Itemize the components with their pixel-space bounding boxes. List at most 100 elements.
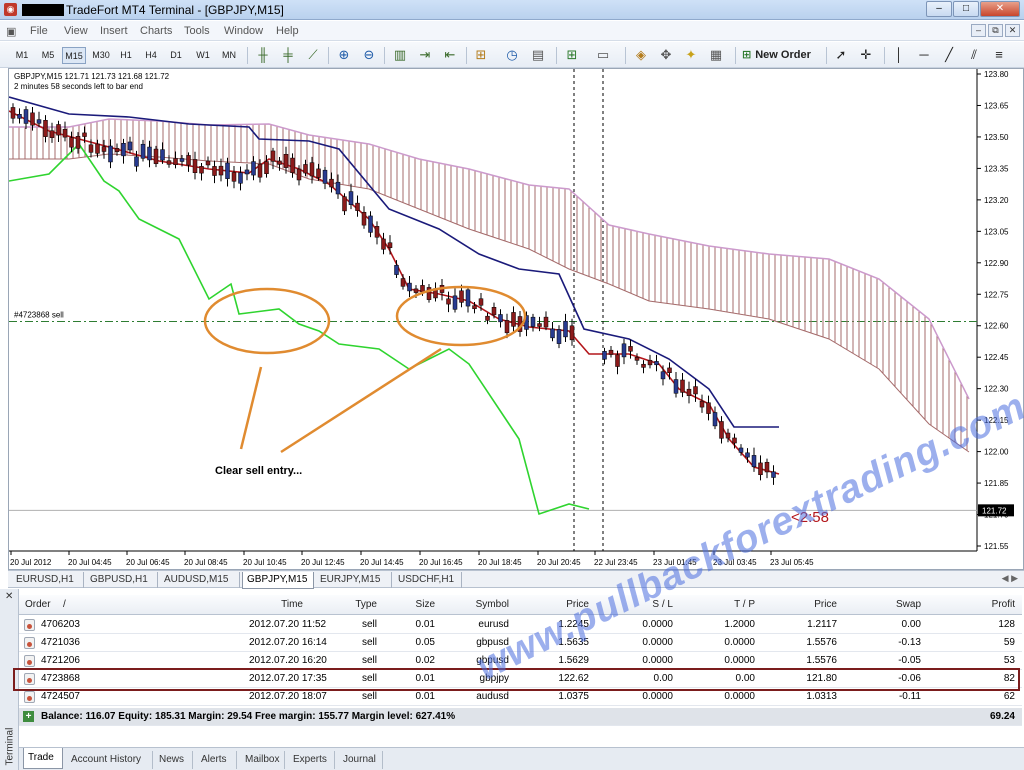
tf-m30[interactable]: M30	[89, 47, 113, 64]
menu-help[interactable]: Help	[276, 25, 299, 37]
order-swap: -0.05	[898, 655, 921, 666]
order-price: 1.0375	[558, 691, 589, 702]
price-label: 122.60	[984, 322, 1009, 331]
terminal-close-icon[interactable]: ✕	[5, 591, 13, 602]
strategy-tester-icon[interactable]: ▦	[707, 46, 725, 64]
market-watch-icon[interactable]: ◈	[632, 46, 650, 64]
bear-candle	[290, 157, 295, 173]
menu-insert[interactable]: Insert	[100, 25, 128, 37]
profiles-icon[interactable]: ▭	[594, 46, 612, 64]
candles-icon[interactable]: ╪	[279, 46, 297, 64]
bear-candle	[303, 164, 308, 174]
bull-candle	[23, 109, 29, 124]
maximize-button[interactable]: □	[953, 1, 979, 17]
bear-candle	[647, 359, 653, 366]
indicators-icon[interactable]: ⊞	[472, 46, 490, 64]
templates-icon[interactable]: ▤	[529, 46, 547, 64]
col-symbol[interactable]: Symbol	[449, 599, 509, 610]
highlight-circle	[203, 287, 331, 355]
order-profit: 62	[1003, 691, 1015, 702]
navigator-icon[interactable]: ✥	[657, 46, 675, 64]
bull-candle	[751, 455, 757, 468]
tf-m1[interactable]: M1	[12, 47, 32, 64]
order-number: 4721036	[41, 637, 80, 648]
menu-tools[interactable]: Tools	[184, 25, 210, 37]
col-type[interactable]: Type	[319, 599, 377, 610]
chart-tab-eurjpy[interactable]: EURJPY,M15	[316, 572, 392, 588]
expand-plus-icon[interactable]: +	[23, 711, 34, 722]
tile-icon[interactable]: ▥	[391, 46, 409, 64]
zoom-out-icon[interactable]: ⊖	[360, 46, 378, 64]
col-swap[interactable]: Swap	[865, 599, 921, 610]
bear-candle	[543, 316, 549, 328]
order-number: 4721206	[41, 655, 80, 666]
bull-candle	[556, 329, 562, 344]
menu-file[interactable]: File	[30, 25, 48, 37]
channel-icon[interactable]: ⫽	[965, 46, 983, 64]
close-button[interactable]: ✕	[980, 1, 1020, 17]
tab-mailbox[interactable]: Mailbox	[241, 751, 285, 769]
order-tp: 0.0000	[724, 655, 755, 666]
tab-trade[interactable]: Trade	[23, 748, 63, 769]
cursor-icon[interactable]: ➚	[832, 46, 850, 64]
tab-news[interactable]: News	[155, 751, 193, 769]
mdi-close-button[interactable]: ✕	[1005, 24, 1020, 37]
new-chart-icon[interactable]: ⊞	[563, 46, 581, 64]
bear-candle	[686, 388, 692, 396]
terminal-label: Terminal	[4, 727, 16, 766]
scroll-icon[interactable]: ⇥	[416, 46, 434, 64]
tf-w1[interactable]: W1	[192, 47, 214, 64]
tab-alerts[interactable]: Alerts	[197, 751, 237, 769]
price-label: 123.50	[984, 133, 1009, 142]
menu-window[interactable]: Window	[224, 25, 263, 37]
data-window-icon[interactable]: ✦	[682, 46, 700, 64]
new-order-button[interactable]: ⊞ New Order	[742, 46, 811, 65]
col-tp[interactable]: T / P	[699, 599, 755, 610]
chart-tab-usdchf[interactable]: USDCHF,H1	[394, 572, 462, 588]
bull-candle	[550, 328, 555, 339]
bull-candle	[134, 156, 139, 167]
bear-candle	[361, 211, 367, 226]
periods-icon[interactable]: ◷	[503, 46, 521, 64]
tab-experts[interactable]: Experts	[289, 751, 335, 769]
bear-candle	[511, 312, 516, 327]
horizontal-line-icon[interactable]: ─	[915, 46, 933, 64]
trendline-icon[interactable]: ╱	[940, 46, 958, 64]
tab-journal[interactable]: Journal	[339, 751, 383, 769]
tf-m5[interactable]: M5	[38, 47, 58, 64]
line-chart-icon[interactable]: ⟋	[304, 46, 322, 64]
col-time[interactable]: Time	[249, 599, 303, 610]
chart-tab-gbpjpy[interactable]: GBPJPY,M15	[242, 572, 314, 589]
chart-tab-audusd[interactable]: AUDUSD,M15	[160, 572, 240, 588]
chart-tab-eurusd[interactable]: EURUSD,H1	[12, 572, 84, 588]
bear-candle	[264, 161, 269, 174]
shift-icon[interactable]: ⇤	[441, 46, 459, 64]
tab-account-history[interactable]: Account History	[67, 751, 153, 769]
bull-candle	[17, 114, 22, 119]
col-current-price[interactable]: Price	[779, 599, 837, 610]
fibo-icon[interactable]: ≡	[990, 46, 1008, 64]
crosshair-icon[interactable]: ✛	[857, 46, 875, 64]
tf-mn[interactable]: MN	[218, 47, 240, 64]
menu-charts[interactable]: Charts	[140, 25, 172, 37]
tab-scroll-arrows-icon[interactable]: ◀ ▶	[1002, 573, 1018, 584]
zoom-in-icon[interactable]: ⊕	[335, 46, 353, 64]
mdi-minimize-button[interactable]: –	[971, 24, 986, 37]
bear-candle	[173, 158, 178, 165]
minimize-button[interactable]: –	[926, 1, 952, 17]
tf-h4[interactable]: H4	[141, 47, 161, 64]
col-size[interactable]: Size	[393, 599, 435, 610]
chart-tab-gbpusd[interactable]: GBPUSD,H1	[86, 572, 158, 588]
bar-chart-icon[interactable]: ╫	[254, 46, 272, 64]
menu-view[interactable]: View	[64, 25, 88, 37]
vertical-line-icon[interactable]: │	[890, 46, 908, 64]
tf-h1[interactable]: H1	[116, 47, 136, 64]
col-order[interactable]: Order	[25, 599, 51, 610]
time-label: 20 Jul 06:45	[126, 558, 170, 567]
tf-m15[interactable]: M15	[62, 47, 86, 64]
tf-d1[interactable]: D1	[166, 47, 186, 64]
order-time: 2012.07.20 16:20	[249, 655, 327, 666]
col-profit[interactable]: Profit	[959, 599, 1015, 610]
symbol-quote: GBPJPY,M15 121.71 121.73 121.68 121.72	[14, 72, 170, 81]
mdi-restore-button[interactable]: ⧉	[988, 24, 1003, 37]
